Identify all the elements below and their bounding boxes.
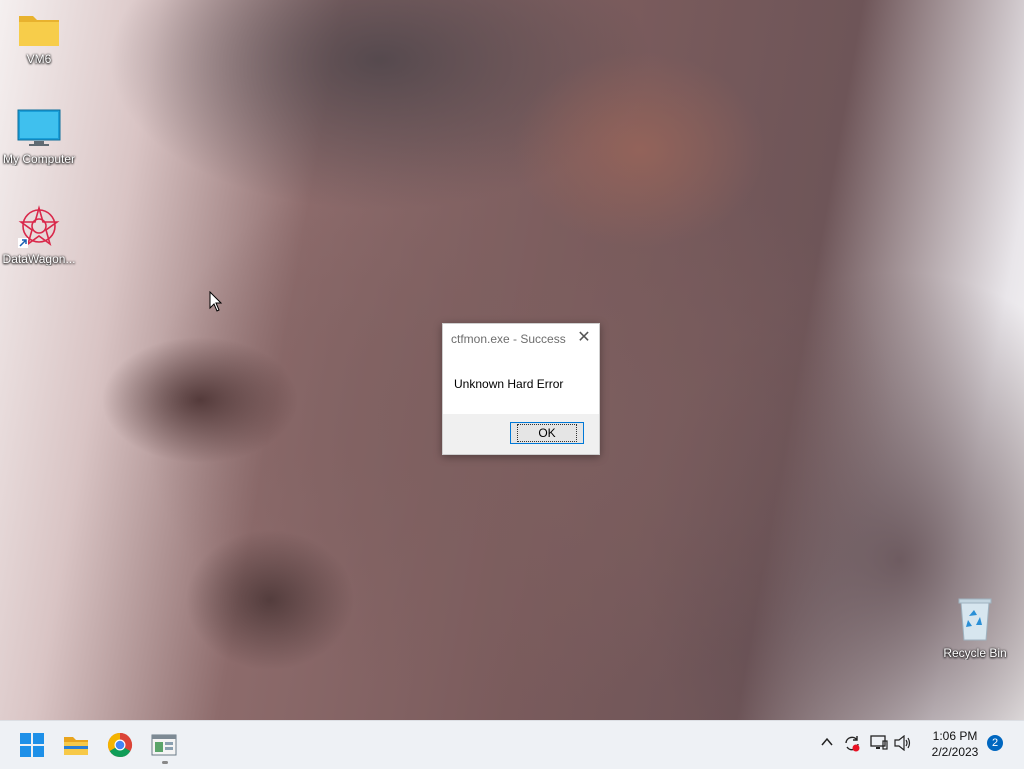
taskbar-chrome[interactable]	[104, 729, 136, 761]
file-explorer-icon	[64, 737, 88, 755]
chrome-icon	[107, 733, 133, 758]
dialog-message: Unknown Hard Error	[454, 377, 564, 391]
dialog-title: ctfmon.exe - Success	[451, 332, 566, 346]
desktop-icon-my-computer[interactable]: My Computer	[0, 108, 78, 166]
start-button[interactable]	[16, 729, 48, 761]
clock-time[interactable]: 1:06 PM	[914, 729, 996, 743]
taskbar: 1:06 PM 2/2/2023	[0, 720, 1024, 769]
desktop-icon-label: DataWagon...	[2, 252, 76, 266]
datawagon-app-icon	[18, 205, 60, 248]
folder-icon	[19, 16, 59, 46]
desktop-icon-vm6[interactable]: VM6	[0, 10, 78, 66]
sync-error-icon[interactable]	[843, 734, 861, 755]
taskbar-running-app[interactable]	[148, 729, 180, 761]
clock-date[interactable]: 2/2/2023	[914, 745, 996, 759]
desktop-icon-label: My Computer	[2, 152, 76, 166]
desktop-icon-label: Recycle Bin	[943, 646, 1007, 660]
desktop-icon-label: VM6	[26, 52, 52, 66]
speaker-icon[interactable]	[894, 734, 912, 754]
notification-badge[interactable]: 2	[987, 735, 1003, 751]
app-window-icon	[151, 734, 177, 756]
windows-start-icon	[20, 733, 44, 757]
ok-button-label: OK	[517, 424, 577, 442]
mouse-cursor-icon	[209, 291, 223, 312]
chevron-up-icon[interactable]	[820, 735, 834, 752]
desktop-icon-datawagon[interactable]: DataWagon...	[0, 204, 78, 266]
ok-button[interactable]: OK	[510, 422, 584, 444]
desktop-icon-recycle-bin[interactable]: Recycle Bin	[936, 596, 1014, 660]
recycle-bin-icon	[958, 598, 992, 641]
dialog-footer: OK	[443, 414, 599, 454]
monitor-icon	[17, 109, 61, 146]
running-app-indicator	[162, 761, 168, 764]
taskbar-file-explorer[interactable]	[60, 729, 92, 761]
close-icon[interactable]: ✕	[575, 329, 593, 347]
error-dialog: ctfmon.exe - Success ✕ Unknown Hard Erro…	[442, 323, 600, 455]
network-icon[interactable]	[870, 735, 888, 754]
